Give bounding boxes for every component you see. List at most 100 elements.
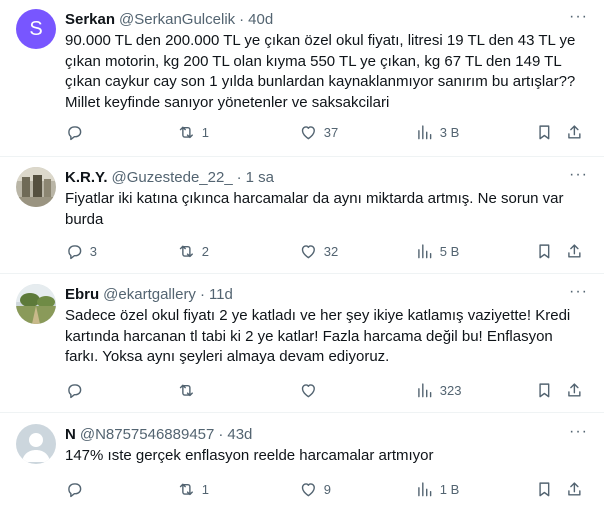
- reply-button[interactable]: [65, 123, 90, 142]
- like-count: 37: [323, 124, 339, 140]
- author-handle[interactable]: @ekartgallery: [103, 286, 196, 303]
- author-name[interactable]: N: [65, 426, 76, 443]
- bookmark-icon: [539, 125, 550, 140]
- views-count: 1 B: [439, 481, 460, 497]
- author-handle[interactable]: @N8757546889457: [80, 426, 215, 443]
- more-options-icon[interactable]: ···: [569, 283, 588, 301]
- reply-icon: [68, 126, 82, 141]
- reply-button[interactable]: [65, 381, 90, 400]
- bookmark-button[interactable]: [535, 123, 554, 142]
- heart-icon: [301, 126, 315, 140]
- heart-icon: [301, 483, 315, 497]
- bookmark-icon: [539, 482, 550, 497]
- views-count: 3 B: [439, 124, 460, 140]
- retweet-icon: [179, 384, 193, 397]
- reply-count: 3: [89, 243, 97, 259]
- tweet-header: Ebru @ekartgallery · 11d ···: [65, 283, 588, 304]
- bookmark-icon: [539, 383, 550, 398]
- like-button[interactable]: 37: [299, 123, 338, 142]
- reply-icon: [68, 384, 82, 399]
- reply-button[interactable]: 3: [65, 242, 97, 261]
- avatar[interactable]: [16, 284, 56, 324]
- retweet-count: 1: [201, 124, 209, 140]
- separator-dot: ·: [218, 425, 224, 443]
- author-handle[interactable]: @Guzestede_22_: [112, 169, 233, 186]
- retweet-button[interactable]: 2: [177, 242, 209, 261]
- views-button[interactable]: 1 B: [415, 480, 459, 499]
- reply-button[interactable]: [65, 480, 90, 499]
- timestamp[interactable]: 11d: [209, 286, 233, 303]
- views-button[interactable]: 5 B: [415, 242, 459, 261]
- retweet-count: 1: [201, 481, 209, 497]
- default-avatar-icon: [16, 424, 56, 464]
- author-name[interactable]: K.R.Y.: [65, 169, 108, 186]
- heart-icon: [301, 384, 315, 398]
- action-bar: 323: [65, 381, 585, 401]
- retweet-count: 2: [201, 243, 209, 259]
- more-options-icon[interactable]: ···: [569, 423, 588, 441]
- avatar-photo-icon: [16, 284, 56, 324]
- avatar[interactable]: S: [16, 9, 56, 49]
- like-button[interactable]: [299, 381, 324, 400]
- separator-dot: ·: [239, 10, 245, 28]
- retweet-button[interactable]: 1: [177, 480, 209, 499]
- tweet[interactable]: N @N8757546889457 · 43d ··· 147% ıste ge…: [0, 413, 604, 513]
- action-bar: 1 37 3 B: [65, 123, 585, 143]
- share-button[interactable]: [565, 242, 584, 261]
- share-icon: [568, 482, 581, 496]
- bookmark-button[interactable]: [535, 242, 554, 261]
- timestamp[interactable]: 1 sa: [246, 169, 274, 186]
- author-name[interactable]: Ebru: [65, 286, 99, 303]
- tweet-text: 90.000 TL den 200.000 TL ye çıkan özel o…: [65, 32, 576, 111]
- retweet-icon: [179, 245, 193, 258]
- like-button[interactable]: 32: [299, 242, 338, 261]
- like-count: 32: [323, 243, 339, 259]
- views-icon: [418, 125, 432, 140]
- like-count: 9: [323, 481, 331, 497]
- author-handle[interactable]: @SerkanGulcelik: [119, 11, 235, 28]
- avatar[interactable]: [16, 424, 56, 464]
- retweet-button[interactable]: [177, 381, 202, 400]
- share-icon: [568, 125, 581, 139]
- views-count: 5 B: [439, 243, 460, 259]
- tweet[interactable]: S Serkan @SerkanGulcelik · 40d ··· 90.00…: [0, 0, 604, 157]
- action-bar: 3 2 32 5 B: [65, 242, 585, 262]
- retweet-icon: [179, 483, 193, 496]
- tweet[interactable]: Ebru @ekartgallery · 11d ··· Sadece özel…: [0, 274, 604, 413]
- tweet-text: Fiyatlar iki katına çıkınca harcamalar d…: [65, 190, 564, 228]
- views-button[interactable]: 3 B: [415, 123, 459, 142]
- action-bar: 1 9 1 B: [65, 480, 585, 500]
- timestamp[interactable]: 40d: [248, 11, 273, 28]
- views-button[interactable]: 323: [415, 381, 461, 400]
- tweet-text: Sadece özel okul fiyatı 2 ye katladı ve …: [65, 307, 571, 365]
- like-button[interactable]: 9: [299, 480, 331, 499]
- separator-dot: ·: [199, 285, 205, 303]
- reply-icon: [68, 245, 82, 260]
- avatar-photo-icon: [16, 167, 56, 207]
- share-icon: [568, 383, 581, 397]
- timestamp[interactable]: 43d: [227, 426, 252, 443]
- tweet-header: Serkan @SerkanGulcelik · 40d ···: [65, 8, 588, 29]
- bookmark-button[interactable]: [535, 480, 554, 499]
- author-name[interactable]: Serkan: [65, 11, 115, 28]
- views-count: 323: [439, 382, 462, 398]
- share-button[interactable]: [565, 123, 584, 142]
- tweet-text: 147% ıste gerçek enflasyon reelde harcam…: [65, 447, 434, 464]
- more-options-icon[interactable]: ···: [569, 8, 588, 26]
- tweet-header: K.R.Y. @Guzestede_22_ · 1 sa ···: [65, 166, 588, 187]
- reply-icon: [68, 483, 82, 498]
- views-icon: [418, 383, 432, 398]
- tweet[interactable]: K.R.Y. @Guzestede_22_ · 1 sa ··· Fiyatla…: [0, 157, 604, 274]
- separator-dot: ·: [236, 168, 242, 186]
- retweet-button[interactable]: 1: [177, 123, 209, 142]
- more-options-icon[interactable]: ···: [569, 166, 588, 184]
- bookmark-button[interactable]: [535, 381, 554, 400]
- heart-icon: [301, 245, 315, 259]
- share-icon: [568, 244, 581, 258]
- share-button[interactable]: [565, 381, 584, 400]
- retweet-icon: [179, 126, 193, 139]
- views-icon: [418, 482, 432, 497]
- bookmark-icon: [539, 244, 550, 259]
- share-button[interactable]: [565, 480, 584, 499]
- avatar[interactable]: [16, 167, 56, 207]
